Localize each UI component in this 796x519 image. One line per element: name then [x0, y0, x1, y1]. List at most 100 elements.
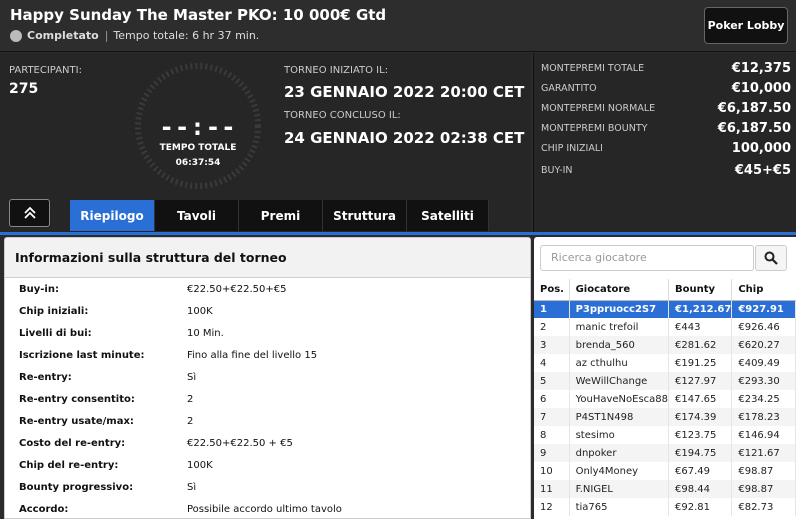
table-row[interactable]: 6 YouHaveNoEsca88 €147.65 €234.25 — [534, 390, 796, 408]
prize-row: MONTEPREMI TOTALE €12,375 — [541, 58, 791, 78]
cell-bounty: €1,212.67 — [668, 300, 733, 318]
cell-player: tia765 — [569, 498, 670, 516]
cell-chip: €234.25 — [731, 390, 796, 408]
cell-pos: 12 — [534, 498, 570, 516]
cell-bounty: €443 — [668, 318, 733, 336]
table-row[interactable]: 12 tia765 €92.81 €82.73 — [534, 498, 796, 516]
cell-player: P3ppruocc2S7 — [569, 300, 670, 318]
cell-chip: €926.46 — [731, 318, 796, 336]
prize-label: BUY-IN — [541, 164, 573, 176]
cell-bounty: €98.44 — [668, 480, 733, 498]
table-row[interactable]: 4 az cthulhu €191.25 €409.49 — [534, 354, 796, 372]
prize-value: €10,000 — [731, 80, 791, 96]
cell-player: brenda_560 — [569, 336, 670, 354]
prize-value: €12,375 — [731, 60, 791, 76]
column-header-player[interactable]: Giocatore — [569, 279, 670, 301]
structure-row: Bounty progressivo: Sì — [5, 476, 530, 498]
prize-value: 100,000 — [731, 140, 791, 156]
tab-struttura[interactable]: Struttura — [323, 200, 407, 231]
cell-player: F.NIGEL — [569, 480, 670, 498]
table-row[interactable]: 2 manic trefoil €443 €926.46 — [534, 318, 796, 336]
cell-chip: €146.94 — [731, 426, 796, 444]
table-row[interactable]: 10 Only4Money €67.49 €98.87 — [534, 462, 796, 480]
collapse-button[interactable] — [9, 199, 50, 227]
player-search-input[interactable]: Ricerca giocatore — [540, 245, 754, 271]
structure-row-label: Costo del re-entry: — [19, 437, 126, 449]
cell-player: Only4Money — [569, 462, 670, 480]
structure-row-value: 2 — [187, 393, 194, 405]
tab-tavoli[interactable]: Tavoli — [155, 200, 239, 231]
cell-pos: 7 — [534, 408, 570, 426]
structure-row-value: 10 Min. — [187, 327, 224, 339]
prize-row: GARANTITO €10,000 — [541, 78, 791, 98]
cell-pos: 10 — [534, 462, 570, 480]
tab-premi[interactable]: Premi — [239, 200, 323, 231]
cell-chip: €98.87 — [731, 480, 796, 498]
structure-row: Costo del re-entry: €22.50+€22.50 + €5 — [5, 432, 530, 454]
clock-label: TEMPO TOTALE — [159, 143, 237, 153]
table-row[interactable]: 11 F.NIGEL €98.44 €98.87 — [534, 480, 796, 498]
cell-chip: €409.49 — [731, 354, 796, 372]
cell-player: manic trefoil — [569, 318, 670, 336]
column-header-pos[interactable]: Pos. — [534, 279, 570, 301]
structure-row: Iscrizione last minute: Fino alla fine de… — [5, 344, 530, 366]
cell-player: stesimo — [569, 426, 670, 444]
structure-row: Chip del re-entry: 100K — [5, 454, 530, 476]
chevron-up-double-icon — [23, 206, 36, 219]
structure-row-label: Livelli di bui: — [19, 327, 92, 339]
status-line: Completato | Tempo totale: 6 hr 37 min. — [10, 29, 259, 42]
cell-chip: €178.23 — [731, 408, 796, 426]
cell-chip: €293.30 — [731, 372, 796, 390]
clock-time: 06:37:54 — [175, 158, 221, 168]
cell-player: az cthulhu — [569, 354, 670, 372]
structure-row-label: Buy-in: — [19, 283, 59, 295]
cell-pos: 11 — [534, 480, 570, 498]
tab-riepilogo[interactable]: Riepilogo — [70, 200, 155, 231]
tab-satelliti[interactable]: Satelliti — [407, 200, 489, 231]
column-header-chip[interactable]: Chip — [731, 279, 796, 301]
cell-chip: €82.73 — [731, 498, 796, 516]
structure-row-label: Chip del re-entry: — [19, 459, 119, 471]
table-row[interactable]: 3 brenda_560 €281.62 €620.27 — [534, 336, 796, 354]
structure-row: Accordo: Possibile accordo ultimo tavolo — [5, 498, 530, 518]
tournament-title: Happy Sunday The Master PKO: 10 000€ Gtd — [10, 6, 387, 24]
cell-bounty: €191.25 — [668, 354, 733, 372]
tournament-lobby-window: Happy Sunday The Master PKO: 10 000€ Gtd… — [0, 0, 796, 519]
cell-bounty: €147.65 — [668, 390, 733, 408]
cell-pos: 3 — [534, 336, 570, 354]
structure-row-value: €22.50+€22.50+€5 — [187, 283, 287, 295]
structure-heading: Informazioni sulla struttura del torneo — [5, 238, 530, 278]
column-header-bounty[interactable]: Bounty — [668, 279, 733, 301]
cell-player: dnpoker — [569, 444, 670, 462]
structure-row-value: Sì — [187, 371, 197, 383]
structure-row-value: €22.50+€22.50 + €5 — [187, 437, 293, 449]
search-button[interactable] — [755, 245, 787, 271]
cell-chip: €620.27 — [731, 336, 796, 354]
structure-info-panel: Informazioni sulla struttura del torneo … — [4, 237, 531, 519]
cell-pos: 1 — [534, 300, 570, 318]
cell-pos: 2 — [534, 318, 570, 336]
table-row[interactable]: 9 dnpoker €194.75 €121.67 — [534, 444, 796, 462]
table-row[interactable]: 5 WeWillChange €127.97 €293.30 — [534, 372, 796, 390]
structure-row-label: Re-entry usate/max: — [19, 415, 134, 427]
start-label: TORNEO INIZIATO IL: — [284, 65, 389, 76]
poker-lobby-button[interactable]: Poker Lobby — [704, 7, 788, 44]
structure-row-value: Sì — [187, 481, 197, 493]
structure-row-label: Re-entry: — [19, 371, 72, 383]
participants-value: 275 — [9, 81, 39, 97]
cell-bounty: €123.75 — [668, 426, 733, 444]
prize-value: €6,187.50 — [717, 100, 791, 116]
table-row[interactable]: 8 stesimo €123.75 €146.94 — [534, 426, 796, 444]
cell-bounty: €127.97 — [668, 372, 733, 390]
table-row[interactable]: 7 P4ST1N498 €174.39 €178.23 — [534, 408, 796, 426]
structure-row-value: Possibile accordo ultimo tavolo — [187, 503, 342, 515]
cell-chip: €98.87 — [731, 462, 796, 480]
structure-row-label: Chip iniziali: — [19, 305, 89, 317]
table-row[interactable]: 1 P3ppruocc2S7 €1,212.67 €927.91 — [534, 300, 796, 318]
cell-bounty: €194.75 — [668, 444, 733, 462]
prize-value: €6,187.50 — [717, 120, 791, 136]
cell-player: YouHaveNoEsca88 — [569, 390, 670, 408]
end-value: 24 GENNAIO 2022 02:38 CET — [284, 129, 525, 147]
structure-row-value: Fino alla fine del livello 15 — [187, 349, 318, 361]
players-table-header: Pos. Giocatore Bounty Chip — [534, 279, 796, 301]
